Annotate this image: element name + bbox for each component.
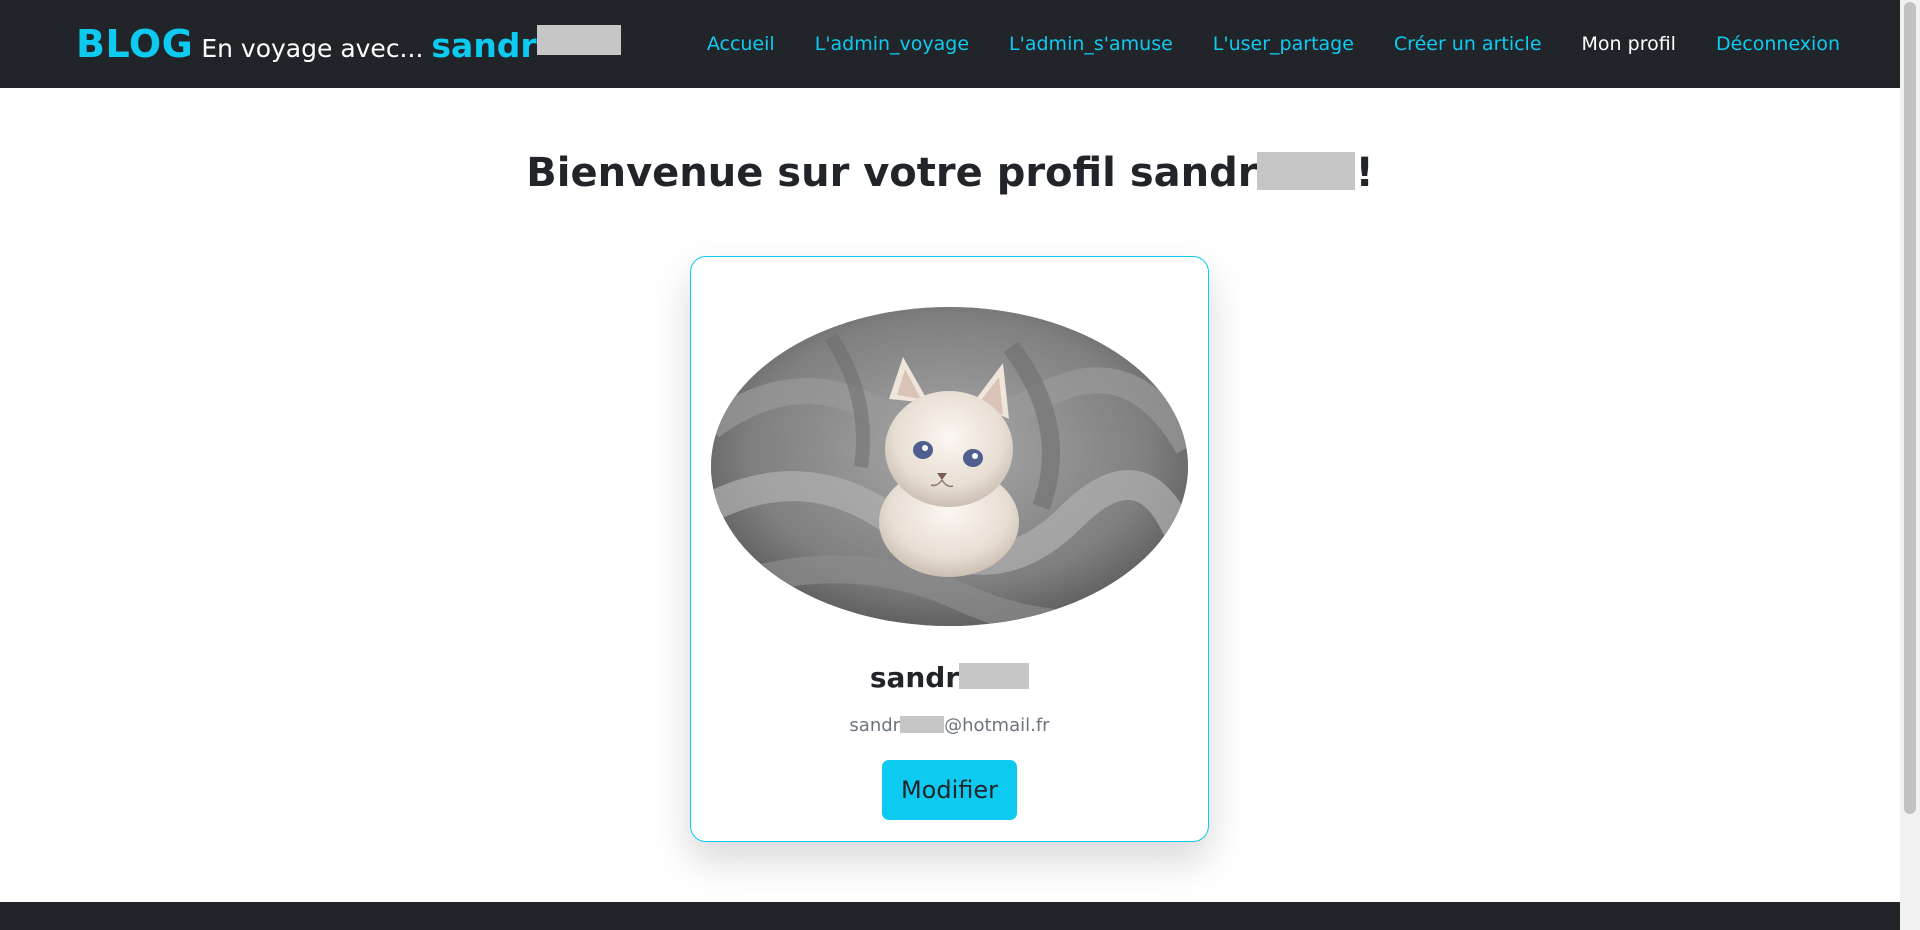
redacted-block [536, 25, 621, 55]
nav-link-user-partage[interactable]: L'user_partage [1213, 33, 1354, 55]
brand-user-name: sandr [431, 26, 537, 65]
brand[interactable]: BLOG En voyage avec... sandr [76, 22, 621, 66]
nav-link-mon-profil[interactable]: Mon profil [1582, 33, 1676, 55]
modify-button[interactable]: Modifier [882, 760, 1017, 820]
avatar [711, 307, 1188, 626]
page-title-suffix: ! [1355, 150, 1374, 196]
redacted-block [900, 715, 945, 733]
navbar: BLOG En voyage avec... sandr Accueil L'a… [0, 0, 1900, 88]
nav-links: Accueil L'admin_voyage L'admin_s'amuse L… [667, 33, 1840, 55]
brand-user: sandr [431, 25, 621, 65]
nav-link-accueil[interactable]: Accueil [707, 33, 775, 55]
profile-email-suffix: @hotmail.fr [944, 715, 1050, 736]
page-scrollbar[interactable] [1900, 0, 1920, 930]
page-title-text: Bienvenue sur votre profil sandr [526, 150, 1258, 196]
footer [0, 902, 1900, 930]
profile-name: sandr [691, 661, 1208, 694]
brand-blog: BLOG [76, 22, 194, 66]
kitten-avatar-image [711, 307, 1188, 626]
nav-link-creer-article[interactable]: Créer un article [1394, 33, 1542, 55]
page-title: Bienvenue sur votre profil sandr! [0, 150, 1900, 196]
profile-card: sandr sandr @hotmail.fr Modifier [690, 256, 1209, 842]
brand-tagline: En voyage avec... [201, 34, 424, 63]
scrollbar-thumb[interactable] [1904, 2, 1916, 814]
profile-name-text: sandr [869, 661, 960, 694]
main-content: Bienvenue sur votre profil sandr! sandr … [0, 88, 1900, 902]
nav-link-deconnexion[interactable]: Déconnexion [1716, 33, 1840, 55]
profile-email-prefix: sandr [849, 715, 901, 736]
nav-link-admin-samuse[interactable]: L'admin_s'amuse [1009, 33, 1173, 55]
nav-link-admin-voyage[interactable]: L'admin_voyage [815, 33, 969, 55]
profile-email: sandr @hotmail.fr [691, 715, 1208, 736]
redacted-block [959, 663, 1030, 689]
redacted-block [1257, 152, 1356, 190]
